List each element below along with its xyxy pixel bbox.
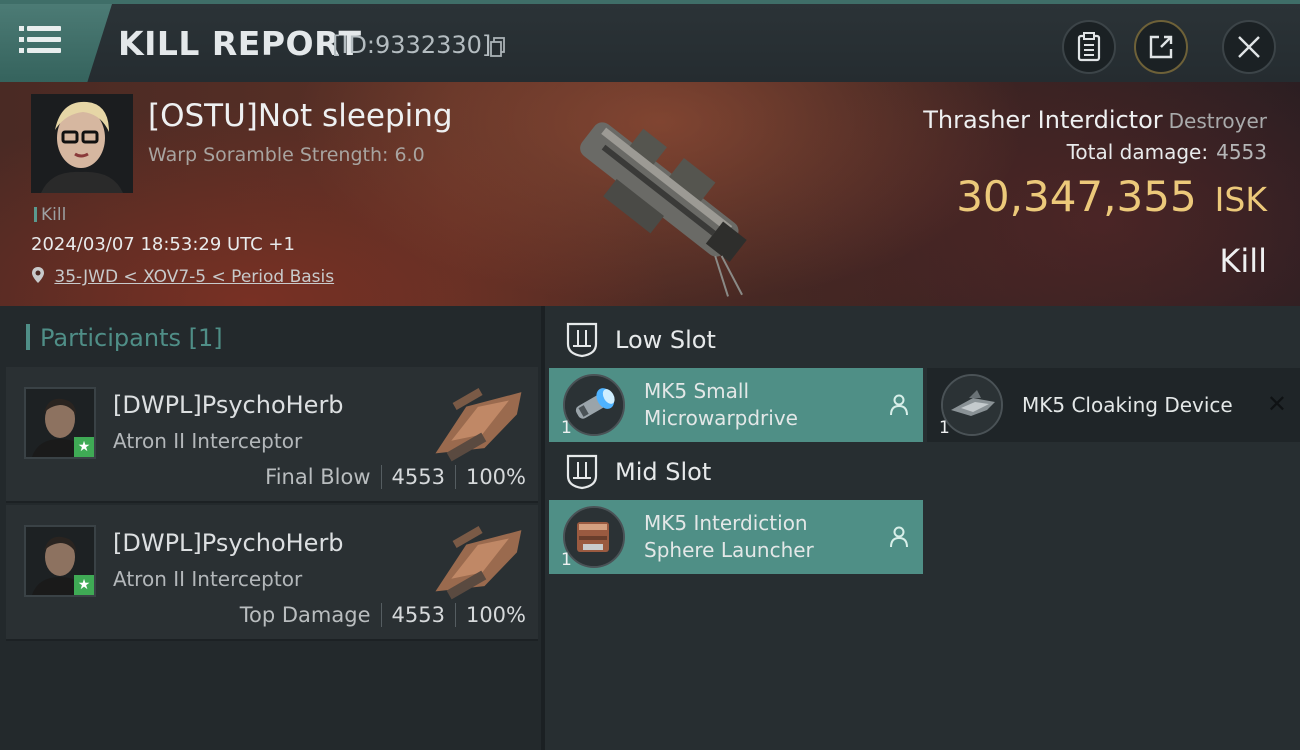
kill-datetime: 2024/03/07 18:53:29 UTC +1 — [31, 234, 295, 255]
close-icon — [1238, 36, 1260, 58]
module-quantity: 1 — [561, 550, 572, 570]
victim-name: [OSTU]Not sleeping — [148, 98, 453, 134]
participant-ship-image — [435, 388, 522, 462]
participant-stats: Top Damage 4553 100% — [239, 603, 526, 627]
isk-value: 30,347,355 ISK — [956, 172, 1267, 221]
participant-ship-image — [435, 526, 522, 600]
participant-avatar[interactable]: ★ — [24, 525, 96, 597]
clipboard-button[interactable] — [1062, 20, 1116, 74]
participant-name[interactable]: [DWPL]PsychoHerb — [113, 391, 344, 419]
menu-button[interactable] — [0, 4, 112, 82]
dropped-x-icon: ✕ — [1266, 390, 1287, 418]
participant-ship: Atron II Interceptor — [113, 429, 303, 453]
module-quantity: 1 — [939, 418, 950, 438]
star-icon: ★ — [74, 437, 94, 457]
victim-avatar[interactable] — [31, 94, 133, 193]
kill-tag: Kill — [34, 205, 66, 225]
participant-card[interactable]: ★ [DWPL]PsychoHerb Atron II Interceptor … — [6, 367, 538, 503]
module-name: MK5 Interdiction Sphere Launcher — [644, 511, 814, 562]
fitted-person-icon — [890, 526, 908, 548]
mid-slot-header: Mid Slot — [565, 454, 711, 490]
participant-card[interactable]: ★ [DWPL]PsychoHerb Atron II Interceptor … — [6, 505, 538, 641]
participant-name[interactable]: [DWPL]PsychoHerb — [113, 529, 344, 557]
clipboard-icon — [1077, 32, 1101, 62]
module-quantity: 1 — [561, 418, 572, 438]
participants-header: Participants [1] — [26, 324, 223, 352]
report-id: [ID:9332330] — [332, 31, 492, 59]
warp-scramble-strength: Warp Soramble Strength: 6.0 — [148, 144, 425, 166]
kill-result: Kill — [1219, 242, 1267, 280]
participant-stats: Final Blow 4553 100% — [265, 465, 526, 489]
microwarpdrive-icon — [563, 374, 625, 436]
share-icon — [1149, 35, 1173, 59]
interdiction-launcher-icon — [563, 506, 625, 568]
kill-location[interactable]: 35-JWD < XOV7-5 < Period Basis — [31, 266, 334, 287]
fitted-person-icon — [890, 394, 908, 416]
cloaking-device-icon — [941, 374, 1003, 436]
victim-ship-name: Thrasher Interdictor Destroyer — [923, 106, 1267, 134]
header-bar: KILL REPORT [ID:9332330] — [0, 0, 1300, 82]
location-pin-icon — [32, 267, 44, 283]
participants-panel: Participants [1] ★ [DWPL]PsychoHerb Atro… — [0, 306, 541, 750]
participant-avatar[interactable]: ★ — [24, 387, 96, 459]
page-title: KILL REPORT — [118, 24, 362, 63]
participant-ship: Atron II Interceptor — [113, 567, 303, 591]
low-slot-header: Low Slot — [565, 322, 716, 358]
fitting-panel: Low Slot 1 MK5 Small Microwarpdrive 1 MK… — [541, 306, 1300, 750]
mid-slot-icon — [566, 454, 598, 490]
module-name: MK5 Cloaking Device — [1022, 393, 1233, 417]
module-item[interactable]: 1 MK5 Interdiction Sphere Launcher — [549, 500, 923, 574]
victim-banner: [OSTU]Not sleeping Warp Soramble Strengt… — [0, 82, 1300, 306]
copy-icon[interactable] — [490, 37, 506, 57]
low-slot-icon — [566, 322, 598, 358]
star-icon: ★ — [74, 575, 94, 595]
share-button[interactable] — [1134, 20, 1188, 74]
total-damage: Total damage: 4553 — [1066, 140, 1267, 164]
module-name: MK5 Small Microwarpdrive — [644, 379, 798, 430]
module-item[interactable]: 1 MK5 Cloaking Device ✕ — [927, 368, 1300, 442]
module-item[interactable]: 1 MK5 Small Microwarpdrive — [549, 368, 923, 442]
close-button[interactable] — [1222, 20, 1276, 74]
victim-ship-image — [580, 122, 747, 297]
